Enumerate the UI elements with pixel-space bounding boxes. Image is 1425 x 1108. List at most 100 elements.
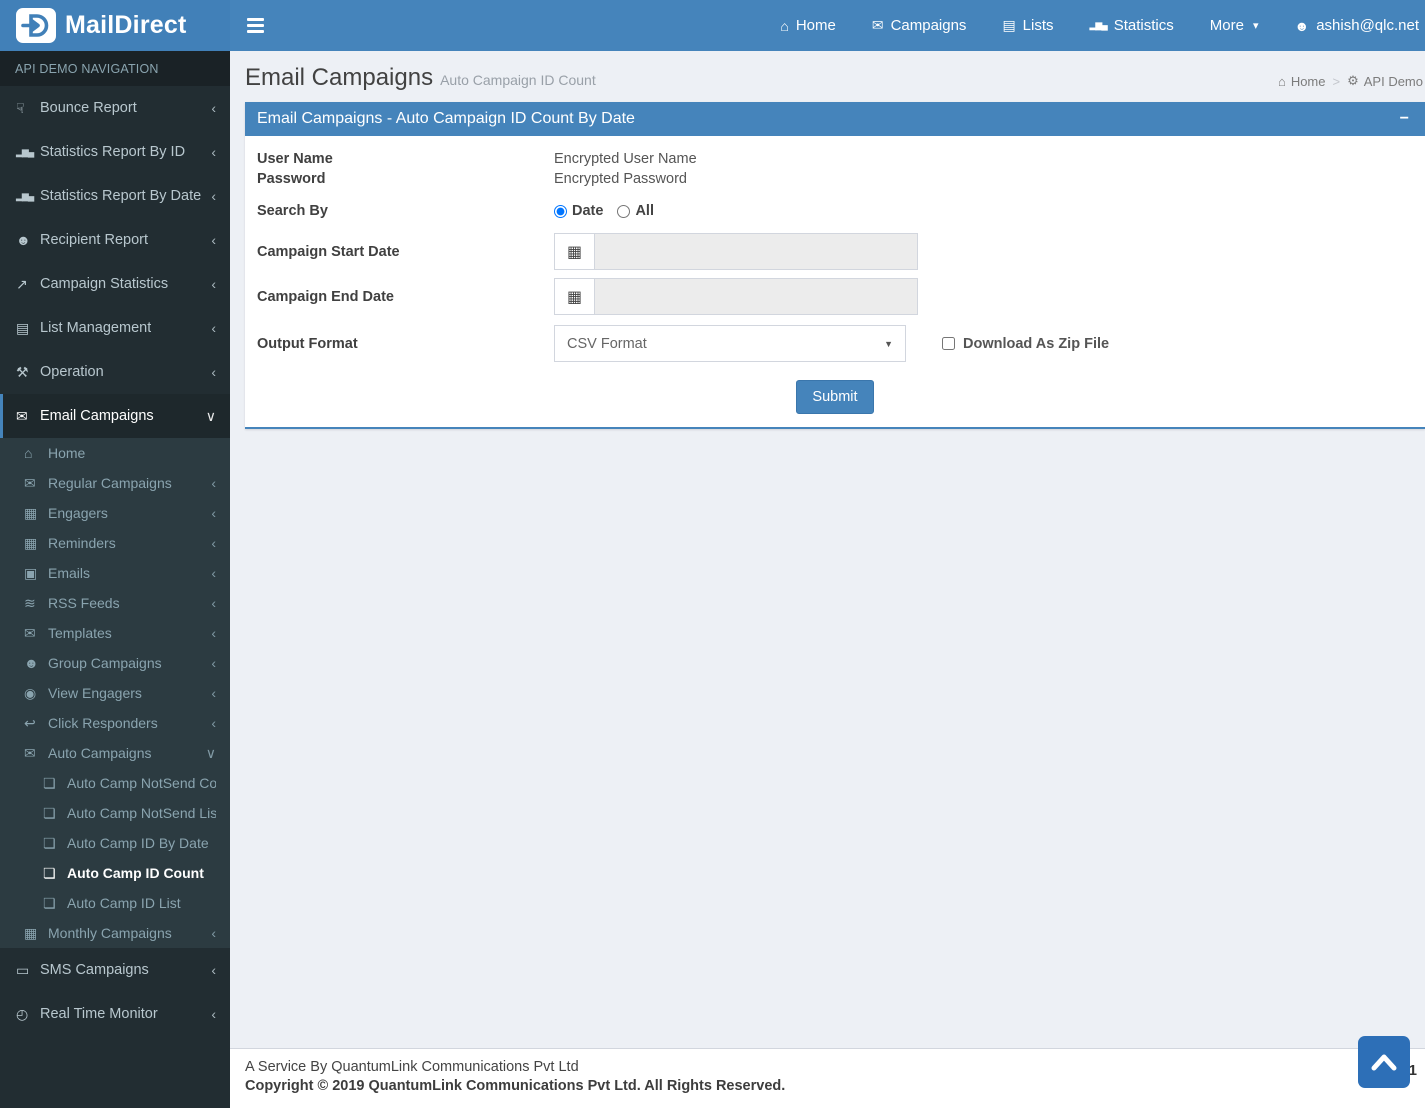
users-icon: ☻ bbox=[24, 655, 39, 671]
user-icon: ☻ bbox=[1294, 17, 1310, 34]
breadcrumb-home[interactable]: ⌂ Home bbox=[1278, 74, 1326, 89]
sidebar-item-home[interactable]: ⌂ Home bbox=[0, 438, 230, 468]
search-by-all-option[interactable]: All bbox=[617, 203, 654, 219]
output-format-value: CSV Format bbox=[567, 335, 647, 352]
chevron-left-icon: ‹ bbox=[211, 962, 216, 978]
file-icon: ❏ bbox=[43, 895, 56, 911]
sidebar-item-monthly-campaigns[interactable]: ▦ Monthly Campaigns ‹ bbox=[0, 918, 230, 948]
bar-chart-icon: ▂▆▄ bbox=[1089, 20, 1108, 30]
nav-link-label: More bbox=[1209, 17, 1244, 34]
sidebar-item-emails[interactable]: ▣ Emails ‹ bbox=[0, 558, 230, 588]
content-header: Email Campaigns Auto Campaign ID Count ⌂ … bbox=[230, 51, 1425, 102]
scroll-to-top-button[interactable] bbox=[1358, 1036, 1410, 1088]
sidebar-item-statistics-report-by-date[interactable]: ▂▆▄ Statistics Report By Date ‹ bbox=[0, 174, 230, 218]
sidebar-item-label: Auto Campaigns bbox=[48, 745, 152, 761]
calendar-icon: ▦ bbox=[24, 505, 38, 521]
sidebar-item-auto-campaigns[interactable]: ✉ Auto Campaigns ∨ bbox=[0, 738, 230, 768]
collapse-panel-button[interactable]: − bbox=[1396, 110, 1413, 128]
campaign-panel: Email Campaigns - Auto Campaign ID Count… bbox=[245, 102, 1425, 429]
chevron-left-icon: ‹ bbox=[211, 625, 216, 641]
sidebar-item-engagers[interactable]: ▦ Engagers ‹ bbox=[0, 498, 230, 528]
sidebar-item-auto-camp-id-count[interactable]: ❏ Auto Camp ID Count bbox=[0, 858, 230, 888]
sidebar-item-templates[interactable]: ✉ Templates ‹ bbox=[0, 618, 230, 648]
sidebar-item-click-responders[interactable]: ↩ Click Responders ‹ bbox=[0, 708, 230, 738]
sidebar-item-recipient-report[interactable]: ☻ Recipient Report ‹ bbox=[0, 218, 230, 262]
chevron-down-icon: ∨ bbox=[205, 408, 216, 424]
submit-row: Submit bbox=[257, 380, 1413, 414]
maildirect-logo-icon bbox=[16, 8, 56, 43]
sidebar-item-label: SMS Campaigns bbox=[40, 962, 149, 978]
breadcrumb-home-label: Home bbox=[1290, 73, 1326, 89]
sidebar-item-campaign-statistics[interactable]: ↗ Campaign Statistics ‹ bbox=[0, 262, 230, 306]
sidebar-item-operation[interactable]: ⚒ Operation ‹ bbox=[0, 350, 230, 394]
sidebar-item-bounce-report[interactable]: ☟ Bounce Report ‹ bbox=[0, 86, 230, 130]
home-icon: ⌂ bbox=[780, 17, 789, 34]
sidebar-item-label: Campaign Statistics bbox=[40, 276, 169, 292]
page-title: Email Campaigns bbox=[245, 64, 434, 91]
sidebar-item-real-time-monitor[interactable]: ◴ Real Time Monitor ‹ bbox=[0, 992, 230, 1036]
chevron-left-icon: ‹ bbox=[211, 188, 216, 204]
sidebar-item-label: Engagers bbox=[48, 505, 108, 521]
file-icon: ❏ bbox=[43, 865, 56, 881]
campaign-end-date-input[interactable] bbox=[595, 279, 917, 314]
nav-home[interactable]: ⌂ Home bbox=[780, 17, 835, 34]
user-name-label: User Name bbox=[257, 151, 333, 167]
breadcrumb-api-demo[interactable]: ⚙ API Demo bbox=[1347, 73, 1423, 89]
search-by-date-option[interactable]: Date bbox=[554, 203, 603, 219]
calendar-icon[interactable]: ▦ bbox=[555, 234, 595, 269]
sidebar-item-label: RSS Feeds bbox=[48, 595, 120, 611]
sidebar-item-auto-camp-notsend-count[interactable]: ❏ Auto Camp NotSend Count bbox=[0, 768, 230, 798]
sidebar-item-view-engagers[interactable]: ◉ View Engagers ‹ bbox=[0, 678, 230, 708]
file-icon: ❏ bbox=[43, 805, 56, 821]
sidebar: MailDirect API DEMO NAVIGATION ☟ Bounce R… bbox=[0, 0, 230, 1108]
sidebar-toggle-button[interactable] bbox=[230, 0, 281, 51]
brand-logo[interactable]: MailDirect bbox=[0, 0, 230, 51]
chevron-left-icon: ‹ bbox=[211, 715, 216, 731]
envelope-square-icon: ▣ bbox=[24, 565, 38, 581]
output-format-select[interactable]: CSV Format ▼ bbox=[554, 325, 906, 362]
date-radio-label: Date bbox=[572, 203, 604, 219]
campaign-start-date-input[interactable] bbox=[595, 234, 917, 269]
nav-statistics[interactable]: ▂▆▄ Statistics bbox=[1090, 17, 1174, 34]
submit-button[interactable]: Submit bbox=[796, 380, 874, 414]
menu-icon bbox=[247, 18, 264, 21]
sidebar-item-auto-camp-id-by-date[interactable]: ❏ Auto Camp ID By Date bbox=[0, 828, 230, 858]
nav-campaigns[interactable]: ✉ Campaigns bbox=[872, 17, 967, 34]
sidebar-item-label: Operation bbox=[40, 364, 104, 380]
sidebar-item-group-campaigns[interactable]: ☻ Group Campaigns ‹ bbox=[0, 648, 230, 678]
navbar-links: ⌂ Home ✉ Campaigns ▤ Lists ▂▆▄ Statistics More ▾ ☻… bbox=[780, 17, 1425, 34]
sidebar-item-label: Click Responders bbox=[48, 715, 158, 731]
chevron-left-icon: ‹ bbox=[211, 276, 216, 292]
sidebar-item-label: View Engagers bbox=[48, 685, 142, 701]
sidebar-item-rss-feeds[interactable]: ≋ RSS Feeds ‹ bbox=[0, 588, 230, 618]
sidebar-item-sms-campaigns[interactable]: ▭ SMS Campaigns ‹ bbox=[0, 948, 230, 992]
sidebar-item-auto-camp-id-list[interactable]: ❏ Auto Camp ID List bbox=[0, 888, 230, 918]
sidebar-item-statistics-report-by-id[interactable]: ▂▆▄ Statistics Report By ID ‹ bbox=[0, 130, 230, 174]
end-date-input-group: ▦ bbox=[554, 278, 918, 315]
all-radio-input[interactable] bbox=[617, 204, 631, 218]
sidebar-item-reminders[interactable]: ▦ Reminders ‹ bbox=[0, 528, 230, 558]
sidebar-item-label: Auto Camp NotSend List bbox=[67, 805, 216, 821]
sidebar-item-label: Auto Camp ID By Date bbox=[67, 835, 209, 851]
reply-icon: ↩ bbox=[24, 715, 36, 731]
sidebar-item-email-campaigns[interactable]: ✉ Email Campaigns ∨ bbox=[0, 394, 230, 438]
sidebar-item-regular-campaigns[interactable]: ✉ Regular Campaigns ‹ bbox=[0, 468, 230, 498]
download-zip-option[interactable]: Download As Zip File bbox=[942, 336, 1109, 352]
chevron-left-icon: ‹ bbox=[211, 685, 216, 701]
calendar-icon[interactable]: ▦ bbox=[555, 279, 595, 314]
file-icon: ❏ bbox=[43, 835, 56, 851]
chevron-left-icon: ‹ bbox=[211, 655, 216, 671]
sidebar-item-label: Statistics Report By Date bbox=[40, 188, 202, 204]
nav-lists[interactable]: ▤ Lists bbox=[1002, 17, 1053, 34]
sidebar-item-label: Recipient Report bbox=[40, 232, 148, 248]
page-subtitle: Auto Campaign ID Count bbox=[440, 72, 596, 88]
calendar-icon: ▦ bbox=[24, 535, 38, 551]
nav-link-label: Lists bbox=[1022, 17, 1054, 34]
sidebar-item-auto-camp-notsend-list[interactable]: ❏ Auto Camp NotSend List bbox=[0, 798, 230, 828]
sidebar-item-list-management[interactable]: ▤ List Management ‹ bbox=[0, 306, 230, 350]
nav-more[interactable]: More ▾ bbox=[1210, 17, 1259, 34]
download-zip-checkbox[interactable] bbox=[942, 337, 955, 350]
date-radio-input[interactable] bbox=[554, 204, 567, 218]
panel-header: Email Campaigns - Auto Campaign ID Count… bbox=[245, 102, 1425, 136]
nav-ashish-qlc-net[interactable]: ☻ ashish@qlc.net bbox=[1294, 17, 1419, 34]
